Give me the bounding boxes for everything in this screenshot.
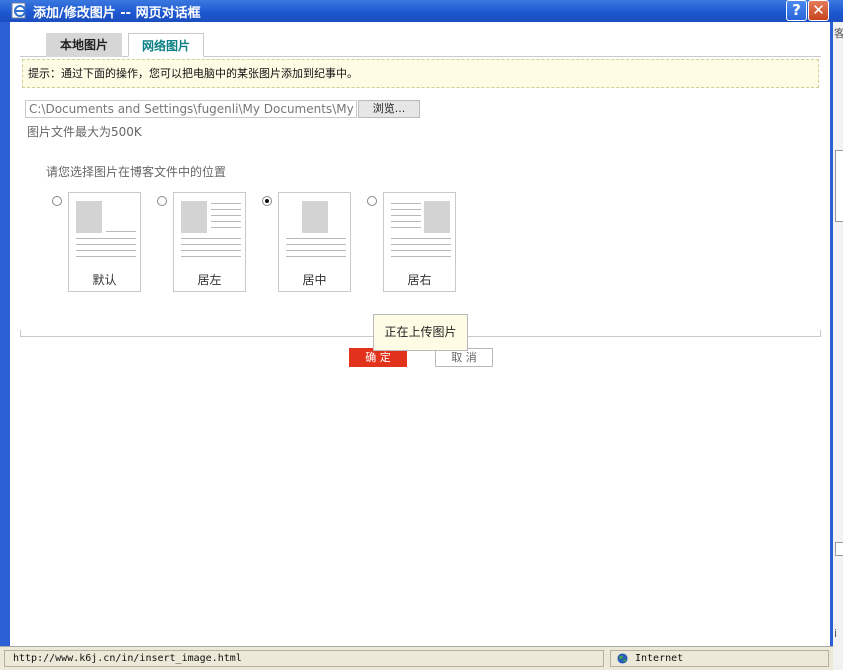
position-card-center[interactable]: 居中 [278, 192, 351, 292]
position-caption: 居左 [197, 273, 222, 287]
layout-text-line [211, 221, 241, 222]
position-card-right[interactable]: 居右 [383, 192, 456, 292]
layout-image-thumb [424, 201, 450, 233]
layout-text-line [181, 238, 241, 239]
layout-text-line [181, 244, 241, 245]
layout-image-thumb [181, 201, 207, 233]
tip-banner: 提示：通过下面的操作，您可以把电脑中的某张图片添加到纪事中。 [22, 59, 819, 88]
layout-text-line [181, 250, 241, 251]
layout-text-line [76, 244, 136, 245]
layout-text-line [211, 209, 241, 210]
layout-text-line [76, 238, 136, 239]
background-edge-text: 客 [834, 27, 843, 40]
layout-text-line [76, 256, 136, 257]
position-card-default[interactable]: 默认 [68, 192, 141, 292]
position-radio-default[interactable] [52, 196, 62, 206]
position-card-left[interactable]: 居左 [173, 192, 246, 292]
file-path-input[interactable]: C:\Documents and Settings\fugenli\My Doc… [25, 100, 357, 118]
layout-text-line [286, 256, 346, 257]
tab-network-image[interactable]: 网络图片 [128, 33, 204, 57]
layout-text-line [391, 227, 421, 228]
background-page-strip [833, 22, 843, 670]
close-button[interactable]: ✕ [808, 0, 829, 21]
layout-text-line [211, 227, 241, 228]
window-frame-left [0, 22, 10, 646]
ie-page-icon [11, 2, 26, 19]
help-icon: ? [792, 1, 801, 19]
layout-text-line [181, 256, 241, 257]
layout-text-line [286, 250, 346, 251]
layout-text-line [106, 231, 136, 232]
layout-text-line [391, 244, 451, 245]
layout-image-thumb [302, 201, 328, 233]
layout-text-line [76, 250, 136, 251]
position-caption: 居右 [407, 273, 432, 287]
layout-text-line [391, 209, 421, 210]
background-box-mark [835, 542, 843, 556]
uploading-tooltip: 正在上传图片 [373, 314, 468, 351]
background-edge-text: i [834, 627, 838, 640]
background-scroll-mark [835, 150, 843, 222]
position-radio-center[interactable] [262, 196, 272, 206]
position-caption: 默认 [92, 273, 117, 287]
layout-text-line [391, 250, 451, 251]
layout-text-line [391, 203, 421, 204]
layout-text-line [391, 238, 451, 239]
title-bar: 添加/修改图片 -- 网页对话框 ? ✕ [0, 0, 843, 22]
position-caption: 居中 [302, 273, 327, 287]
position-label: 请您选择图片在博客文件中的位置 [46, 165, 227, 179]
browse-button[interactable]: 浏览... [358, 100, 420, 118]
layout-text-line [391, 215, 421, 216]
layout-text-line [211, 215, 241, 216]
layout-text-line [211, 203, 241, 204]
layout-text-line [391, 221, 421, 222]
status-url: http://www.k6j.cn/in/insert_image.html [4, 650, 604, 667]
position-radio-left[interactable] [157, 196, 167, 206]
file-size-note: 图片文件最大为500K [27, 125, 142, 139]
layout-image-thumb [76, 201, 102, 233]
help-button[interactable]: ? [786, 0, 807, 21]
zone-label: Internet [635, 653, 684, 664]
layout-text-line [391, 256, 451, 257]
status-bar: http://www.k6j.cn/in/insert_image.html I… [0, 646, 833, 670]
window-title: 添加/修改图片 -- 网页对话框 [33, 6, 201, 21]
position-radio-right[interactable] [367, 196, 377, 206]
layout-text-line [286, 238, 346, 239]
close-icon: ✕ [812, 1, 825, 19]
tab-local-image[interactable]: 本地图片 [46, 33, 122, 57]
globe-icon [617, 653, 628, 664]
security-zone: Internet [610, 650, 829, 667]
layout-text-line [286, 244, 346, 245]
